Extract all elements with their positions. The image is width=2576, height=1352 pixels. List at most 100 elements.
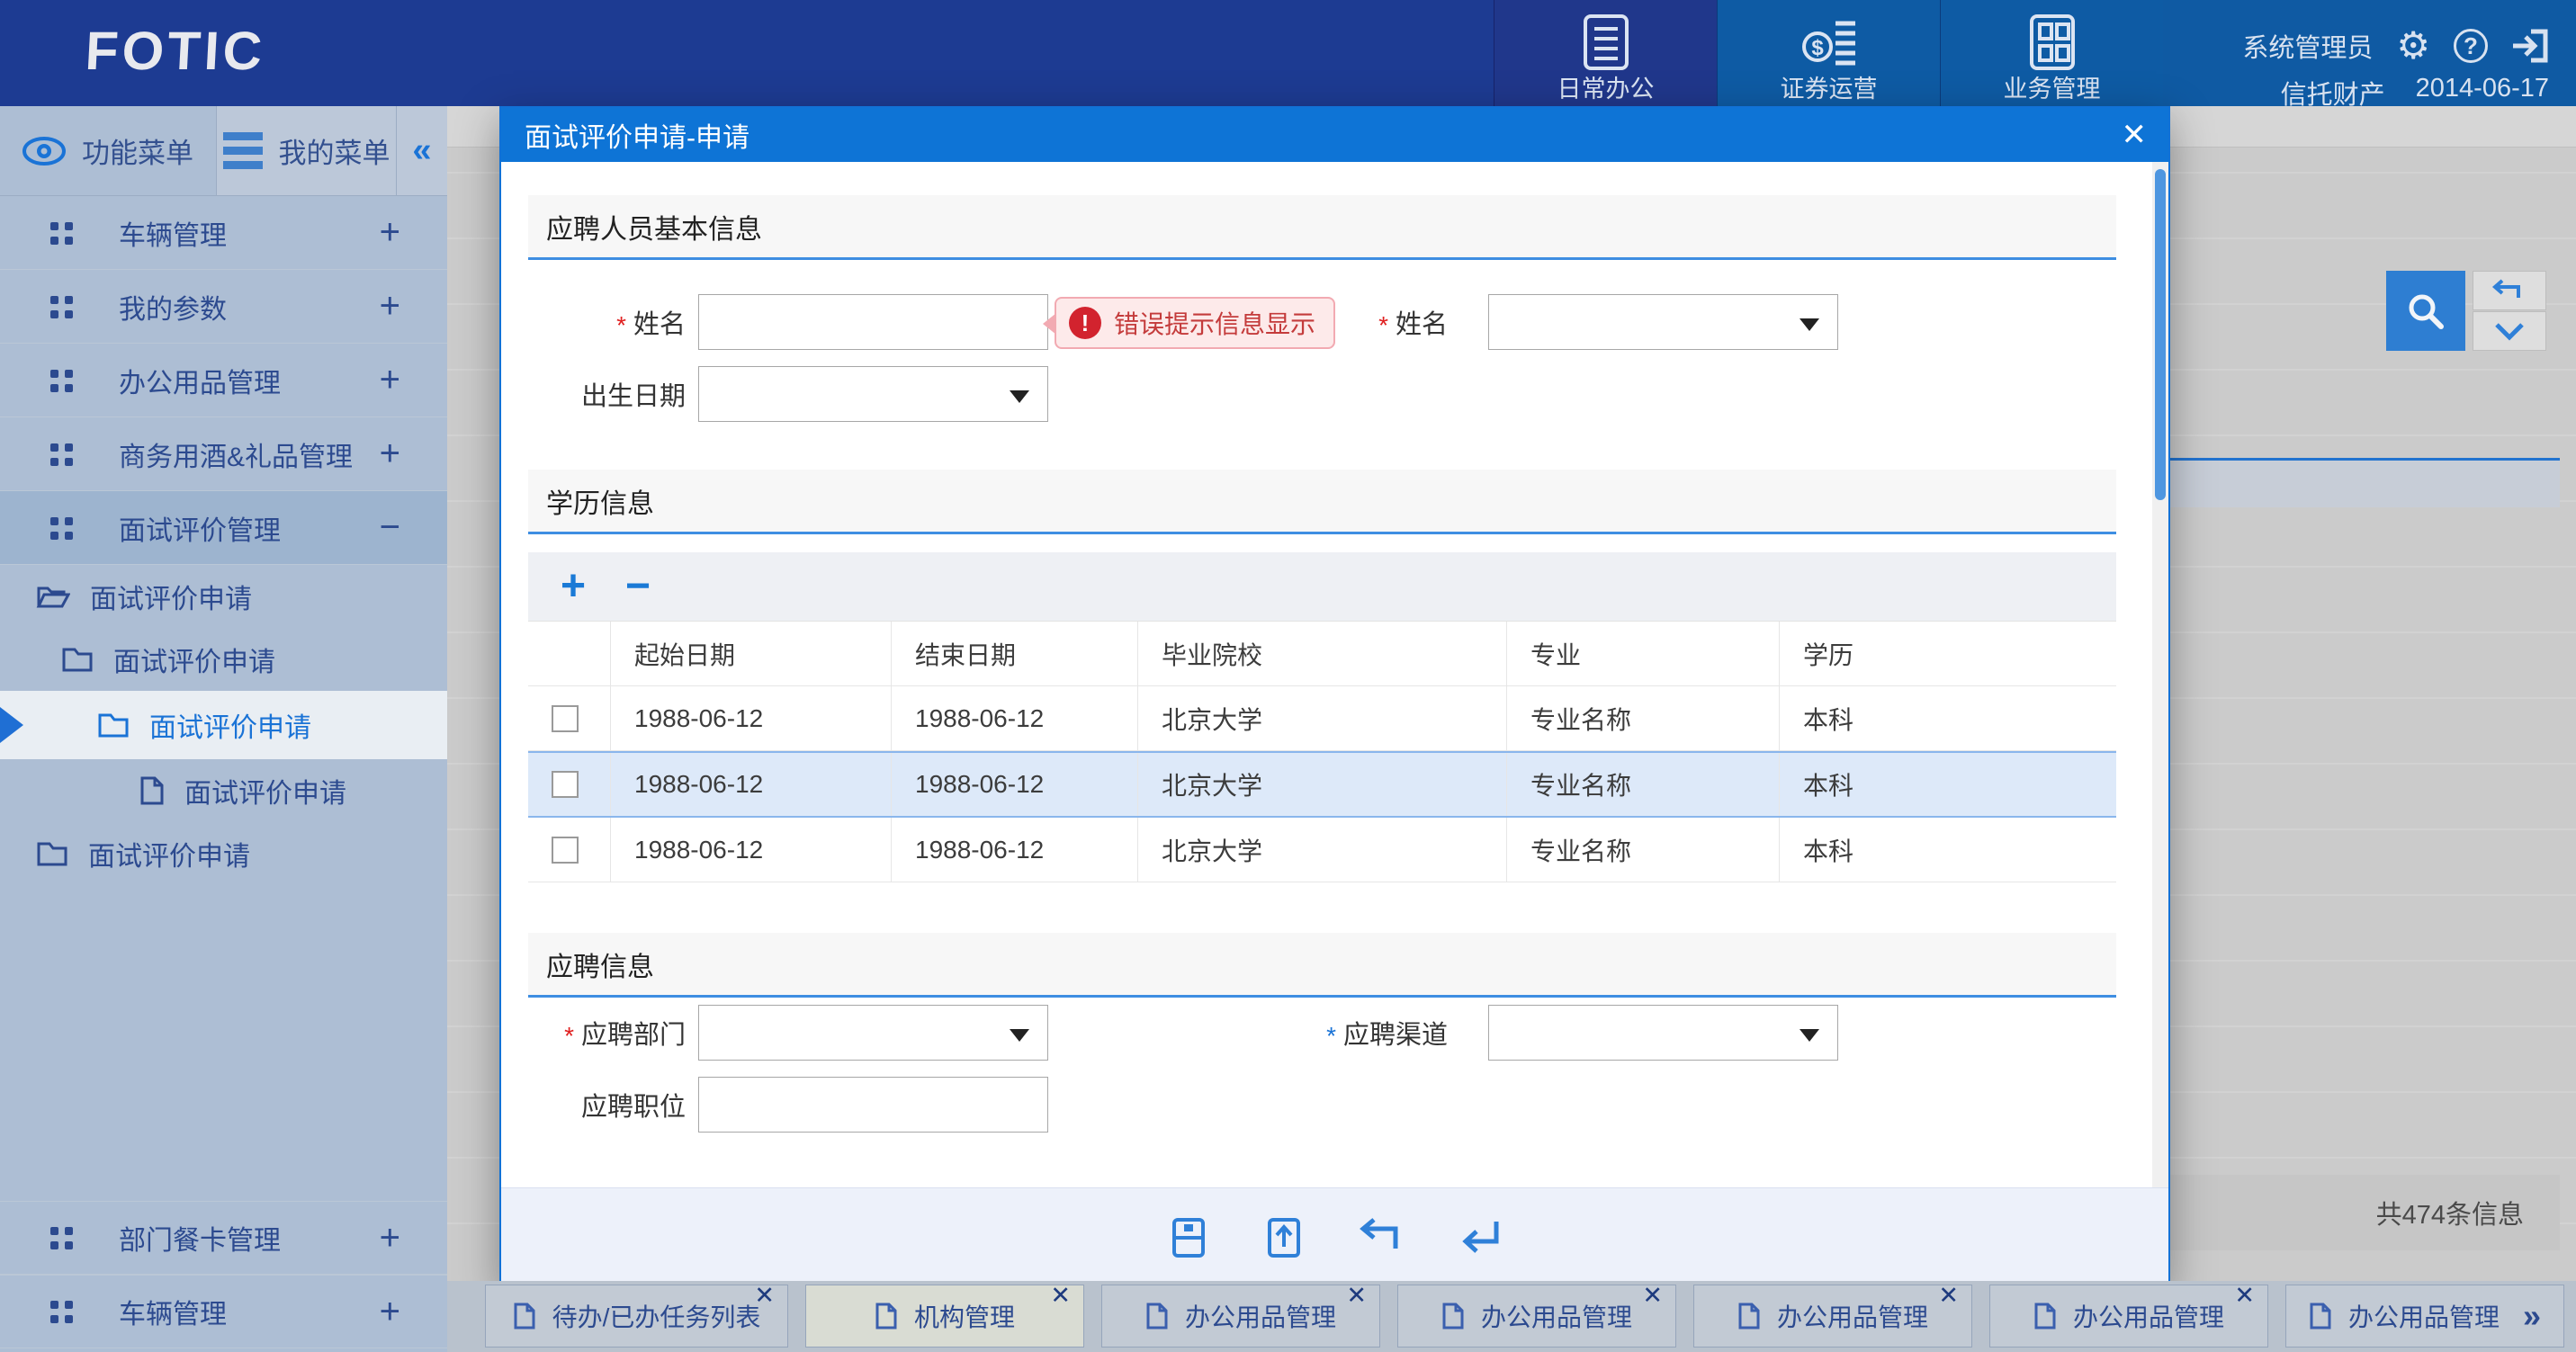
enter-button[interactable] [1459,1218,1502,1258]
expand-icon[interactable]: + [380,360,400,400]
nav-securities[interactable]: $ 证券运营 [1717,0,1940,106]
row-checkbox[interactable] [552,771,579,798]
col-end-date: 结束日期 [891,622,1137,685]
dialog-title: 面试评价申请-申请 [525,115,749,155]
birth-date-select[interactable] [698,366,1048,422]
folder-icon [97,712,130,739]
row-checkbox[interactable] [552,837,579,864]
tree-item-interview-apply[interactable]: 面试评价申请 [0,822,447,885]
app-logo: FOTIC [84,20,267,82]
expand-icon[interactable]: + [380,1292,400,1332]
error-icon: ! [1069,307,1101,339]
tree-item-interview-apply[interactable]: 面试评价申请 [0,628,447,691]
name-input[interactable] [698,294,1048,350]
save-button[interactable] [1169,1217,1208,1258]
sidebar-item-office-supplies[interactable]: 办公用品管理 + [0,344,447,417]
record-count: 共474条信息 [2157,1175,2560,1250]
reset-button[interactable] [2473,271,2546,310]
sidebar-item-dept-meal-card[interactable]: 部门餐卡管理 + [0,1201,447,1275]
close-icon[interactable]: ✕ [1050,1282,1071,1310]
dialog-titlebar[interactable]: 面试评价申请-申请 ✕ [501,108,2168,162]
tab-my-menu[interactable]: 我的菜单 [216,106,396,195]
tab-task-list[interactable]: 待办/已办任务列表 ✕ [485,1285,788,1348]
table-row[interactable]: 1988-06-12 1988-06-12 北京大学 专业名称 本科 [528,818,2116,882]
interview-apply-dialog: 面试评价申请-申请 ✕ 应聘人员基本信息 * 姓名 ! 错误提示信息显示 * 姓… [499,106,2170,1288]
expand-icon[interactable]: + [380,286,400,327]
row-checkbox[interactable] [552,705,579,732]
list-icon [1578,11,1634,76]
tab-office-supplies[interactable]: 办公用品管理 ✕ [1101,1285,1380,1348]
tab-overflow-icon[interactable]: » [2523,1297,2541,1335]
dots-icon [50,222,72,244]
required-marker: * [616,311,626,340]
tab-org-mgmt[interactable]: 机构管理 ✕ [805,1285,1084,1348]
coin-list-icon: $ [1800,11,1859,76]
document-icon [2309,1302,2332,1330]
tree-item-interview-apply[interactable]: 面试评价申请 [0,759,447,822]
expand-icon[interactable]: + [380,434,400,474]
app-screen: FOTIC 日常办公 $ 证券运营 业务管理 系统管理员 ⚙ ? [0,0,2576,1352]
dialog-body: 应聘人员基本信息 * 姓名 ! 错误提示信息显示 * 姓名 出生日期 [501,162,2168,1187]
remove-row-button[interactable]: − [625,565,651,608]
section-education-info: 学历信息 [528,470,2116,534]
tree-item-interview-apply-selected[interactable]: 面试评价申请 [0,691,447,759]
sidebar-item-vehicle-mgmt-2[interactable]: 车辆管理 + [0,1275,447,1348]
tab-office-supplies[interactable]: 办公用品管理 ✕ [1397,1285,1676,1348]
tab-label: 办公用品管理 [1777,1298,1928,1334]
scrollbar-thumb[interactable] [2155,169,2166,500]
tree-item-interview-apply[interactable]: 面试评价申请 [0,565,447,628]
tree-label: 面试评价申请 [88,834,250,873]
close-icon[interactable]: ✕ [754,1282,775,1310]
tab-label: 办公用品管理 [2073,1298,2224,1334]
collapse-icon[interactable]: − [380,507,400,548]
close-icon[interactable]: ✕ [2234,1282,2255,1310]
sidebar-item-my-params[interactable]: 我的参数 + [0,270,447,344]
tab-label: 办公用品管理 [1481,1298,1632,1334]
sidebar-item-business-wine-gifts[interactable]: 商务用酒&礼品管理 + [0,417,447,491]
close-icon[interactable]: ✕ [1642,1282,1663,1310]
selected-marker [0,707,23,743]
tab-office-supplies[interactable]: 办公用品管理 ✕ [1989,1285,2268,1348]
folder-icon [61,646,94,673]
apply-dept-select[interactable] [698,1005,1048,1061]
table-row[interactable]: 1988-06-12 1988-06-12 北京大学 专业名称 本科 [528,686,2116,751]
close-icon[interactable]: ✕ [2122,117,2148,153]
table-row-selected[interactable]: 1988-06-12 1988-06-12 北京大学 专业名称 本科 [528,751,2116,818]
education-grid-toolbar: + − [528,552,2116,621]
education-table: 起始日期 结束日期 毕业院校 专业 学历 1988-06-12 1988-06-… [528,621,2116,882]
gear-icon[interactable]: ⚙ [2396,29,2430,63]
add-row-button[interactable]: + [561,565,586,608]
expand-icon[interactable]: + [380,1218,400,1258]
logout-icon[interactable] [2511,28,2549,64]
expand-search-button[interactable] [2473,311,2546,351]
nav-business-mgmt[interactable]: 业务管理 [1940,0,2163,106]
search-button[interactable] [2386,271,2465,351]
name-select[interactable] [1488,294,1838,350]
menu-label: 办公用品管理 [119,361,281,400]
section-title: 应聘人员基本信息 [546,207,762,246]
help-icon[interactable]: ? [2454,29,2488,63]
tree-label: 面试评价申请 [149,705,311,745]
expand-icon[interactable]: + [380,212,400,253]
close-icon[interactable]: ✕ [1346,1282,1367,1310]
grid-icon [2024,11,2080,76]
tab-function-menu[interactable]: 功能菜单 [0,106,216,195]
apply-position-input[interactable] [698,1077,1048,1133]
apply-channel-label: * 应聘渠道 [1257,1005,1448,1061]
svg-text:$: $ [1811,36,1824,60]
tab-office-supplies[interactable]: 办公用品管理 » [2285,1285,2564,1348]
nav-daily-office[interactable]: 日常办公 [1494,0,1717,106]
dialog-scrollbar[interactable] [2152,162,2168,1187]
undo-button[interactable] [1360,1218,1403,1258]
undo-icon [1360,1218,1403,1258]
upload-button[interactable] [1264,1217,1304,1258]
sidebar-item-vehicle-mgmt[interactable]: 车辆管理 + [0,196,447,270]
apply-channel-select[interactable] [1488,1005,1838,1061]
sidebar-collapse-button[interactable]: « [396,106,447,195]
tab-office-supplies[interactable]: 办公用品管理 ✕ [1693,1285,1972,1348]
name-label: * 姓名 [501,294,686,350]
table-header-row: 起始日期 结束日期 毕业院校 专业 学历 [528,622,2116,686]
close-icon[interactable]: ✕ [1938,1282,1959,1310]
sidebar-item-interview-eval-mgmt[interactable]: 面试评价管理 − [0,491,447,565]
required-marker: * [1378,311,1388,340]
